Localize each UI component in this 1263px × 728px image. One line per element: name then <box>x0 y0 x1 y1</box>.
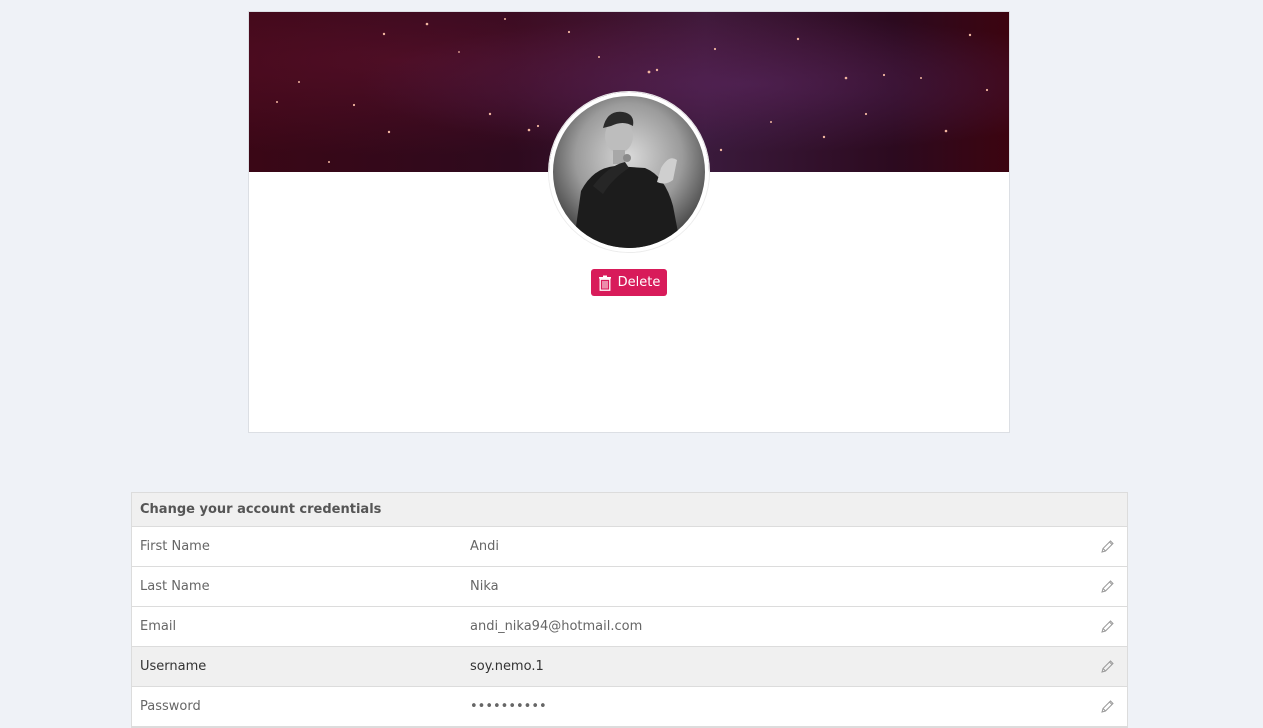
credential-value: soy.nemo.1 <box>470 659 544 674</box>
credential-row-first-name[interactable]: First Name Andi <box>132 527 1127 567</box>
credential-label: First Name <box>140 539 210 554</box>
credential-value: Andi <box>470 539 499 554</box>
pencil-icon[interactable] <box>1100 539 1115 554</box>
delete-button-label: Delete <box>617 275 661 290</box>
avatar-photo <box>573 111 681 248</box>
credential-label: Email <box>140 619 177 634</box>
credential-row-email[interactable]: Email andi_nika94@hotmail.com <box>132 607 1127 647</box>
credential-value: Nika <box>470 579 499 594</box>
credential-row-last-name[interactable]: Last Name Nika <box>132 567 1127 607</box>
credential-row-username[interactable]: Username soy.nemo.1 <box>132 647 1127 687</box>
pencil-icon[interactable] <box>1100 699 1115 714</box>
profile-card: Delete <box>248 11 1010 433</box>
credential-value: •••••••••• <box>470 699 547 714</box>
credential-label: Last Name <box>140 579 210 594</box>
pencil-icon[interactable] <box>1100 619 1115 634</box>
credentials-title: Change your account credentials <box>132 493 1127 527</box>
delete-button[interactable]: Delete <box>591 269 667 296</box>
pencil-icon[interactable] <box>1100 579 1115 594</box>
avatar[interactable] <box>549 92 709 252</box>
credential-label: Username <box>140 659 207 674</box>
credentials-panel: Change your account credentials First Na… <box>131 492 1128 728</box>
credential-value: andi_nika94@hotmail.com <box>470 619 643 634</box>
credential-row-password[interactable]: Password •••••••••• <box>132 687 1127 727</box>
credential-label: Password <box>140 699 201 714</box>
pencil-icon[interactable] <box>1100 659 1115 674</box>
trash-icon <box>598 275 611 291</box>
